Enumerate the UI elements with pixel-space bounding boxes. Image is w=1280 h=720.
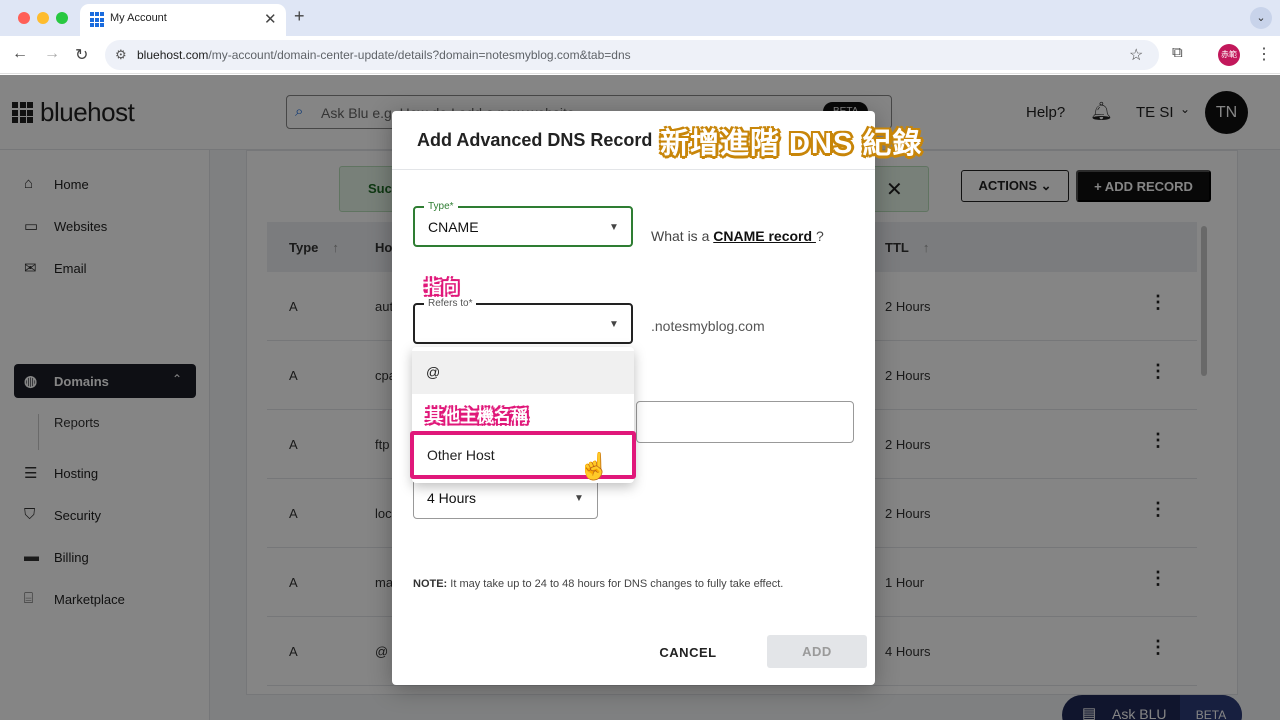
note-text: It may take up to 24 to 48 hours for DNS… [447, 578, 784, 590]
tab-search-icon[interactable]: ⌄ [1250, 7, 1272, 29]
caret-down-icon: ▼ [609, 319, 619, 330]
dns-propagation-note: NOTE: It may take up to 24 to 48 hours f… [413, 578, 783, 590]
browser-toolbar: ← → ↻ ⚙ bluehost.com/my-account/domain-c… [0, 36, 1280, 74]
cname-record-link[interactable]: CNAME record [713, 228, 816, 244]
ttl-select[interactable]: 4 Hours ▼ [413, 478, 598, 519]
annotation-other-host: 其他主機名稱 [426, 407, 528, 426]
ttl-value: 4 Hours [427, 490, 477, 506]
site-info-icon[interactable]: ⚙ [115, 47, 127, 63]
new-tab-button[interactable]: + [294, 6, 305, 27]
window-zoom-button[interactable] [56, 12, 68, 24]
browser-menu-icon[interactable]: ⋮ [1256, 44, 1272, 64]
bookmark-star-icon[interactable]: ☆ [1129, 45, 1143, 65]
extensions-puzzle-icon[interactable]: ⧉ [1172, 44, 1183, 61]
type-label: Type* [424, 201, 458, 212]
window-close-button[interactable] [18, 12, 30, 24]
profile-avatar[interactable]: 赤範 [1218, 44, 1240, 66]
forward-arrow-icon[interactable]: → [44, 45, 60, 63]
browser-tab-bar: My Account ✕ + ⌄ [0, 0, 1280, 36]
hand-pointer-icon: ☝ [578, 451, 611, 481]
option-label: @ [426, 364, 441, 380]
annotation-title: 新增進階 DNS 紀錄 [660, 128, 923, 160]
domain-suffix: .notesmyblog.com [651, 318, 765, 334]
address-bar[interactable]: ⚙ bluehost.com/my-account/domain-center-… [105, 40, 1159, 70]
refers-to-label: Refers to* [424, 298, 477, 309]
url-text: bluehost.com/my-account/domain-center-up… [137, 48, 631, 62]
note-label: NOTE: [413, 578, 448, 590]
refers-to-select[interactable]: Refers to* ▼ [413, 298, 633, 344]
add-dns-record-dialog: Add Advanced DNS Record Type* CNAME ▼ Wh… [392, 111, 875, 685]
tab-title: My Account [110, 12, 167, 24]
back-arrow-icon[interactable]: ← [12, 45, 28, 63]
help-suffix: ? [815, 228, 824, 244]
window-minimize-button[interactable] [37, 12, 49, 24]
bluehost-favicon-icon [90, 12, 106, 28]
tab-close-icon[interactable]: ✕ [264, 10, 277, 28]
annotation-refers-to: 指向 [425, 278, 459, 297]
caret-down-icon: ▼ [609, 222, 619, 233]
dialog-title: Add Advanced DNS Record [417, 130, 653, 150]
add-button[interactable]: ADD [767, 635, 867, 668]
cancel-button[interactable]: CANCEL [642, 637, 734, 667]
type-value: CNAME [428, 219, 479, 235]
host-input[interactable] [636, 401, 854, 443]
browser-tab[interactable]: My Account ✕ [80, 4, 286, 36]
type-select[interactable]: Type* CNAME ▼ [413, 201, 633, 247]
dropdown-option-at[interactable]: @ [412, 351, 634, 394]
help-prefix: What is a [651, 228, 714, 244]
cname-help-text: What is a CNAME record ? [651, 228, 824, 244]
dialog-divider [392, 169, 875, 170]
caret-down-icon: ▼ [574, 493, 584, 504]
reload-icon[interactable]: ↻ [75, 45, 88, 65]
